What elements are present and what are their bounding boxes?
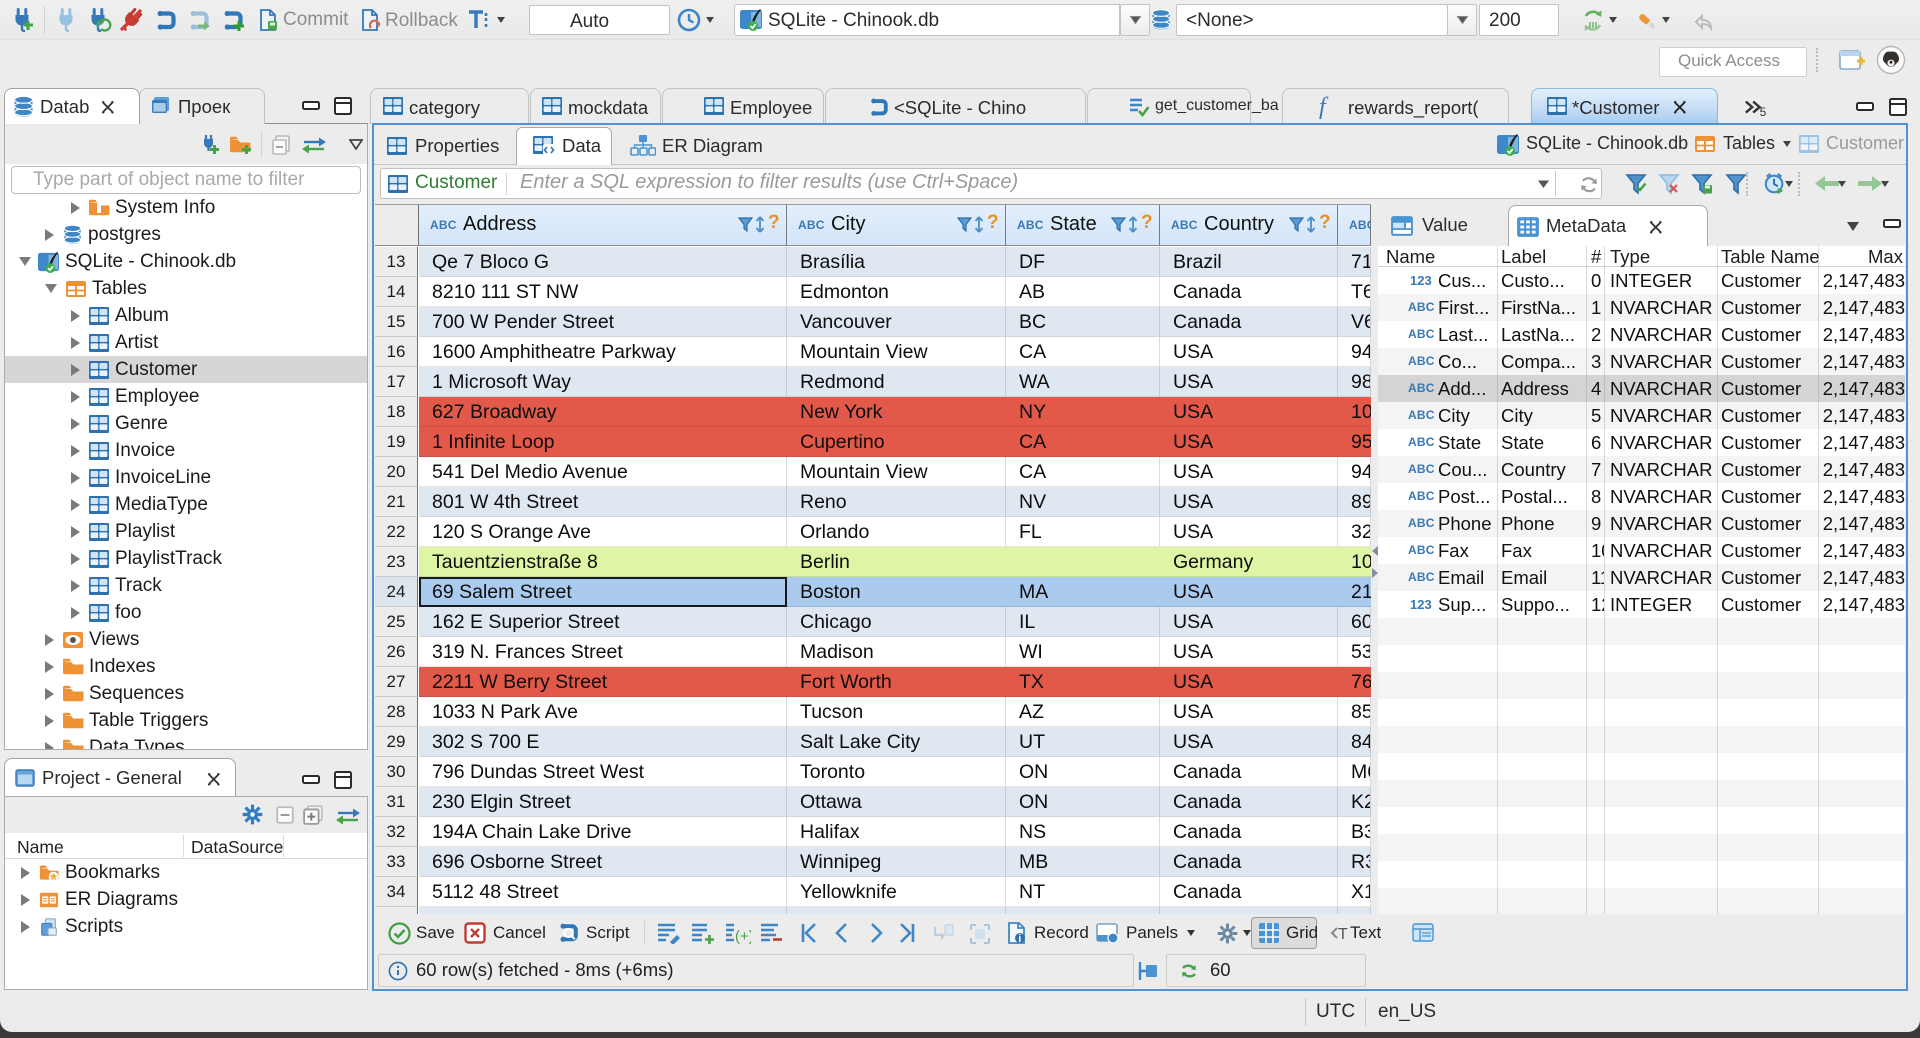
svg-text:(+): (+) <box>735 928 751 944</box>
svg-text:T: T <box>1338 926 1348 942</box>
svg-text:5: 5 <box>1760 105 1766 118</box>
svg-text:i: i <box>1018 933 1021 945</box>
svg-text:f: f <box>1319 94 1329 119</box>
